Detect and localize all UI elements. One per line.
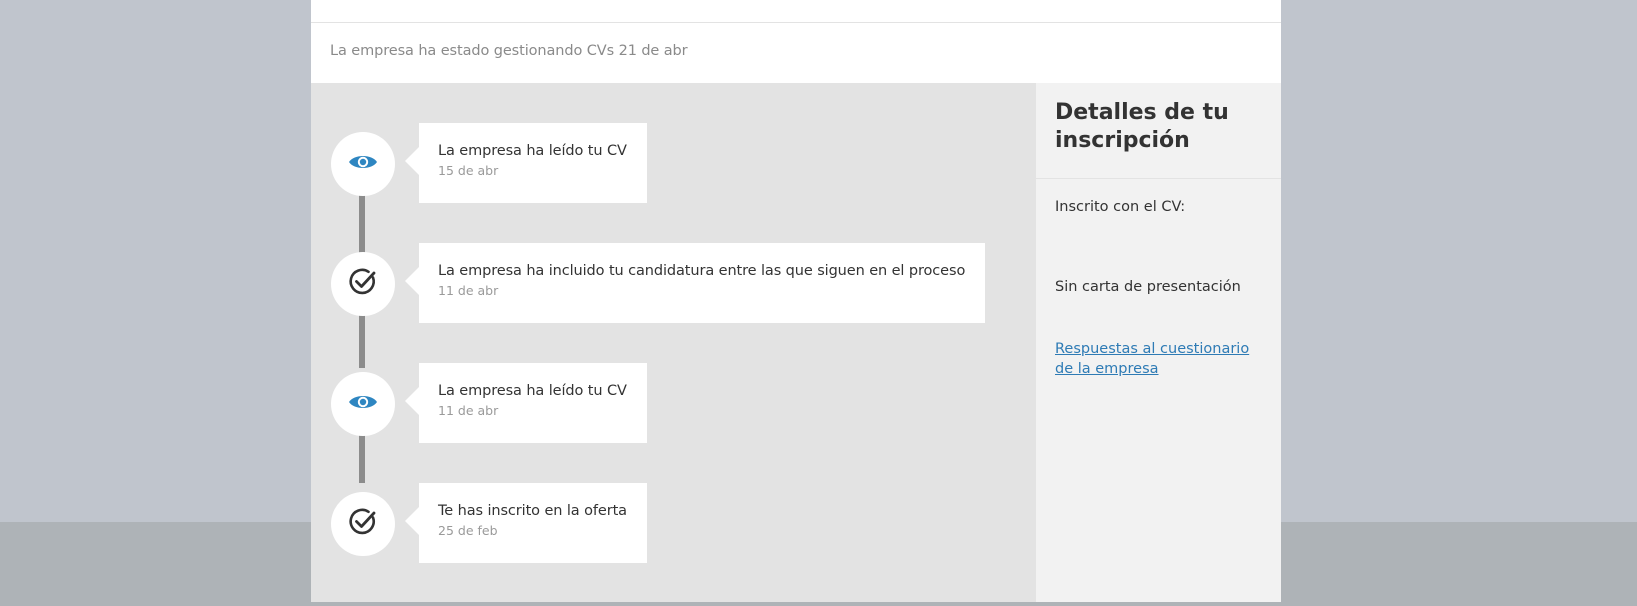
timeline: La empresa ha leído tu CV 15 de abr La e… xyxy=(311,83,1036,602)
eye-icon xyxy=(348,392,378,416)
event-title: La empresa ha leído tu CV xyxy=(438,383,627,399)
event-title: Te has inscrito en la oferta xyxy=(438,503,627,519)
questionnaire-answers-link[interactable]: Respuestas al cuestionario de la empresa xyxy=(1055,339,1260,379)
event-icon-circle xyxy=(331,252,395,316)
cv-label: Inscrito con el CV: xyxy=(1055,199,1186,215)
event-title: La empresa ha leído tu CV xyxy=(438,143,627,159)
event-card: Te has inscrito en la oferta 25 de feb xyxy=(405,483,647,563)
card-top-strip xyxy=(311,0,1281,23)
cover-letter-status: Sin carta de presentación xyxy=(1055,279,1241,295)
event-card: La empresa ha leído tu CV 11 de abr xyxy=(405,363,647,443)
check-circle-icon xyxy=(348,507,378,541)
eye-icon xyxy=(348,152,378,176)
event-card: La empresa ha leído tu CV 15 de abr xyxy=(405,123,647,203)
event-icon-circle xyxy=(331,372,395,436)
event-icon-circle xyxy=(331,492,395,556)
event-title: La empresa ha incluido tu candidatura en… xyxy=(438,263,966,279)
event-card: La empresa ha incluido tu candidatura en… xyxy=(404,243,986,323)
check-circle-icon xyxy=(348,267,378,301)
timeline-connector xyxy=(359,188,365,253)
application-status-card: La empresa ha estado gestionando CVs 21 … xyxy=(311,0,1281,602)
event-date: 11 de abr xyxy=(438,403,499,418)
event-date: 11 de abr xyxy=(438,283,499,298)
details-divider xyxy=(1036,178,1281,179)
event-date: 25 de feb xyxy=(438,523,498,538)
status-line: La empresa ha estado gestionando CVs 21 … xyxy=(330,43,688,59)
application-details-panel: Detalles de tu inscripción Inscrito con … xyxy=(1036,83,1281,602)
details-title: Detalles de tu inscripción xyxy=(1055,100,1229,153)
event-icon-circle xyxy=(331,132,395,196)
event-date: 15 de abr xyxy=(438,163,499,178)
